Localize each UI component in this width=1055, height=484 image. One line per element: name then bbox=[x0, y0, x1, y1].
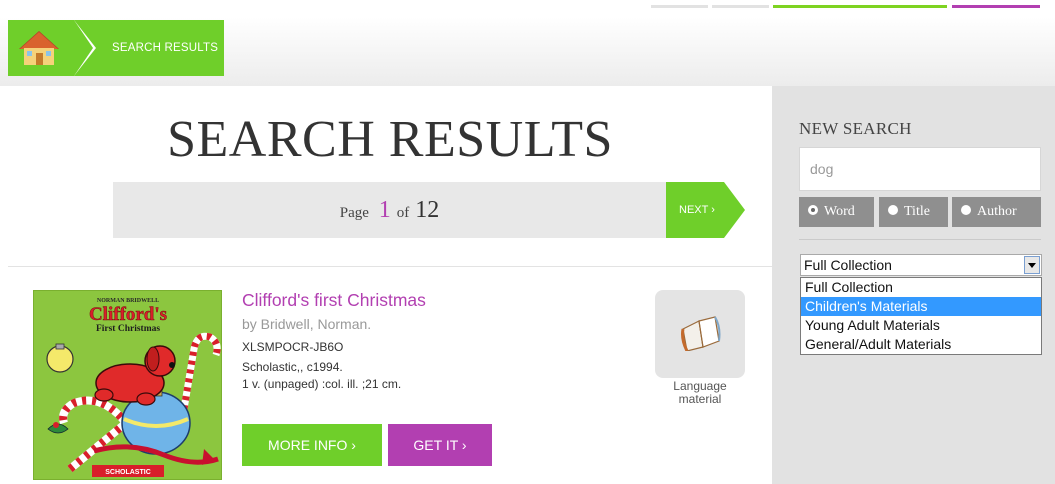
search-input[interactable]: dog bbox=[799, 147, 1041, 191]
result-title-link[interactable]: Clifford's first Christmas bbox=[242, 290, 426, 311]
book-cover-image[interactable]: NORMAN BRIDWELL Clifford's First Christm… bbox=[33, 290, 222, 480]
collection-option[interactable]: Young Adult Materials bbox=[801, 316, 1041, 335]
top-nav-tab-purple[interactable] bbox=[952, 0, 1040, 8]
collection-selected-value: Full Collection bbox=[804, 257, 892, 273]
search-type-label: Author bbox=[977, 204, 1017, 219]
result-author: by Bridwell, Norman. bbox=[242, 316, 372, 332]
home-button[interactable] bbox=[8, 20, 74, 76]
search-type-author[interactable]: Author bbox=[952, 197, 1041, 227]
pager-current-page: 1 bbox=[378, 197, 391, 223]
top-strip: SEARCH RESULTS bbox=[0, 0, 1055, 86]
divider bbox=[8, 266, 772, 267]
radio-icon bbox=[888, 205, 898, 215]
format-icon-box bbox=[655, 290, 745, 378]
collection-option[interactable]: General/Adult Materials bbox=[801, 335, 1041, 354]
new-search-heading: NEW SEARCH bbox=[799, 119, 912, 138]
collection-dropdown-list: Full Collection Children's Materials You… bbox=[800, 277, 1042, 355]
radio-selected-icon bbox=[808, 205, 818, 215]
pager-of-word: of bbox=[396, 205, 410, 221]
breadcrumb-current: SEARCH RESULTS bbox=[112, 42, 219, 54]
chevron-down-icon[interactable] bbox=[1024, 256, 1040, 274]
open-book-icon bbox=[681, 316, 721, 351]
collection-option[interactable]: Full Collection bbox=[801, 278, 1041, 297]
cover-title-line1: Clifford's bbox=[89, 304, 167, 325]
pager-total-pages: 12 bbox=[415, 197, 440, 223]
main-content: SEARCH RESULTS Page 1 of 12 NEXT › NORMAN … bbox=[0, 86, 772, 484]
breadcrumb: SEARCH RESULTS bbox=[8, 20, 224, 76]
cover-publisher-badge: SCHOLASTIC bbox=[105, 469, 151, 476]
home-icon bbox=[19, 31, 59, 65]
get-it-button[interactable]: GET IT › bbox=[388, 424, 492, 466]
top-nav-tab[interactable] bbox=[712, 0, 769, 8]
next-page-button[interactable]: NEXT › bbox=[666, 182, 724, 238]
collection-option-highlighted[interactable]: Children's Materials bbox=[801, 297, 1041, 316]
top-nav-tab-green[interactable] bbox=[773, 0, 947, 8]
next-arrow-icon[interactable] bbox=[724, 182, 745, 238]
pager: Page 1 of 12 bbox=[113, 182, 666, 238]
search-type-label: Title bbox=[904, 204, 930, 219]
more-info-button[interactable]: MORE INFO › bbox=[242, 424, 382, 466]
result-id: XLSMPOCR-JB6O bbox=[242, 340, 344, 354]
radio-icon bbox=[961, 205, 971, 215]
cover-title-line2: First Christmas bbox=[96, 324, 160, 334]
sidebar-divider bbox=[799, 239, 1041, 240]
search-type-label: Word bbox=[824, 204, 855, 219]
page-title: SEARCH RESULTS bbox=[167, 111, 613, 168]
collection-select[interactable]: Full Collection bbox=[800, 254, 1042, 276]
pager-text: Page 1 of 12 bbox=[113, 182, 666, 241]
pager-page-word: Page bbox=[339, 205, 369, 221]
result-publisher: Scholastic,, c1994. bbox=[242, 360, 343, 374]
sidebar: NEW SEARCH dog Word Title Author Full Co… bbox=[772, 86, 1055, 484]
format-label: Language material bbox=[673, 379, 727, 406]
search-type-word[interactable]: Word bbox=[799, 197, 874, 227]
search-type-title[interactable]: Title bbox=[879, 197, 948, 227]
top-nav-tab[interactable] bbox=[651, 0, 708, 8]
result-description: 1 v. (unpaged) :col. ill. ;21 cm. bbox=[242, 377, 402, 391]
